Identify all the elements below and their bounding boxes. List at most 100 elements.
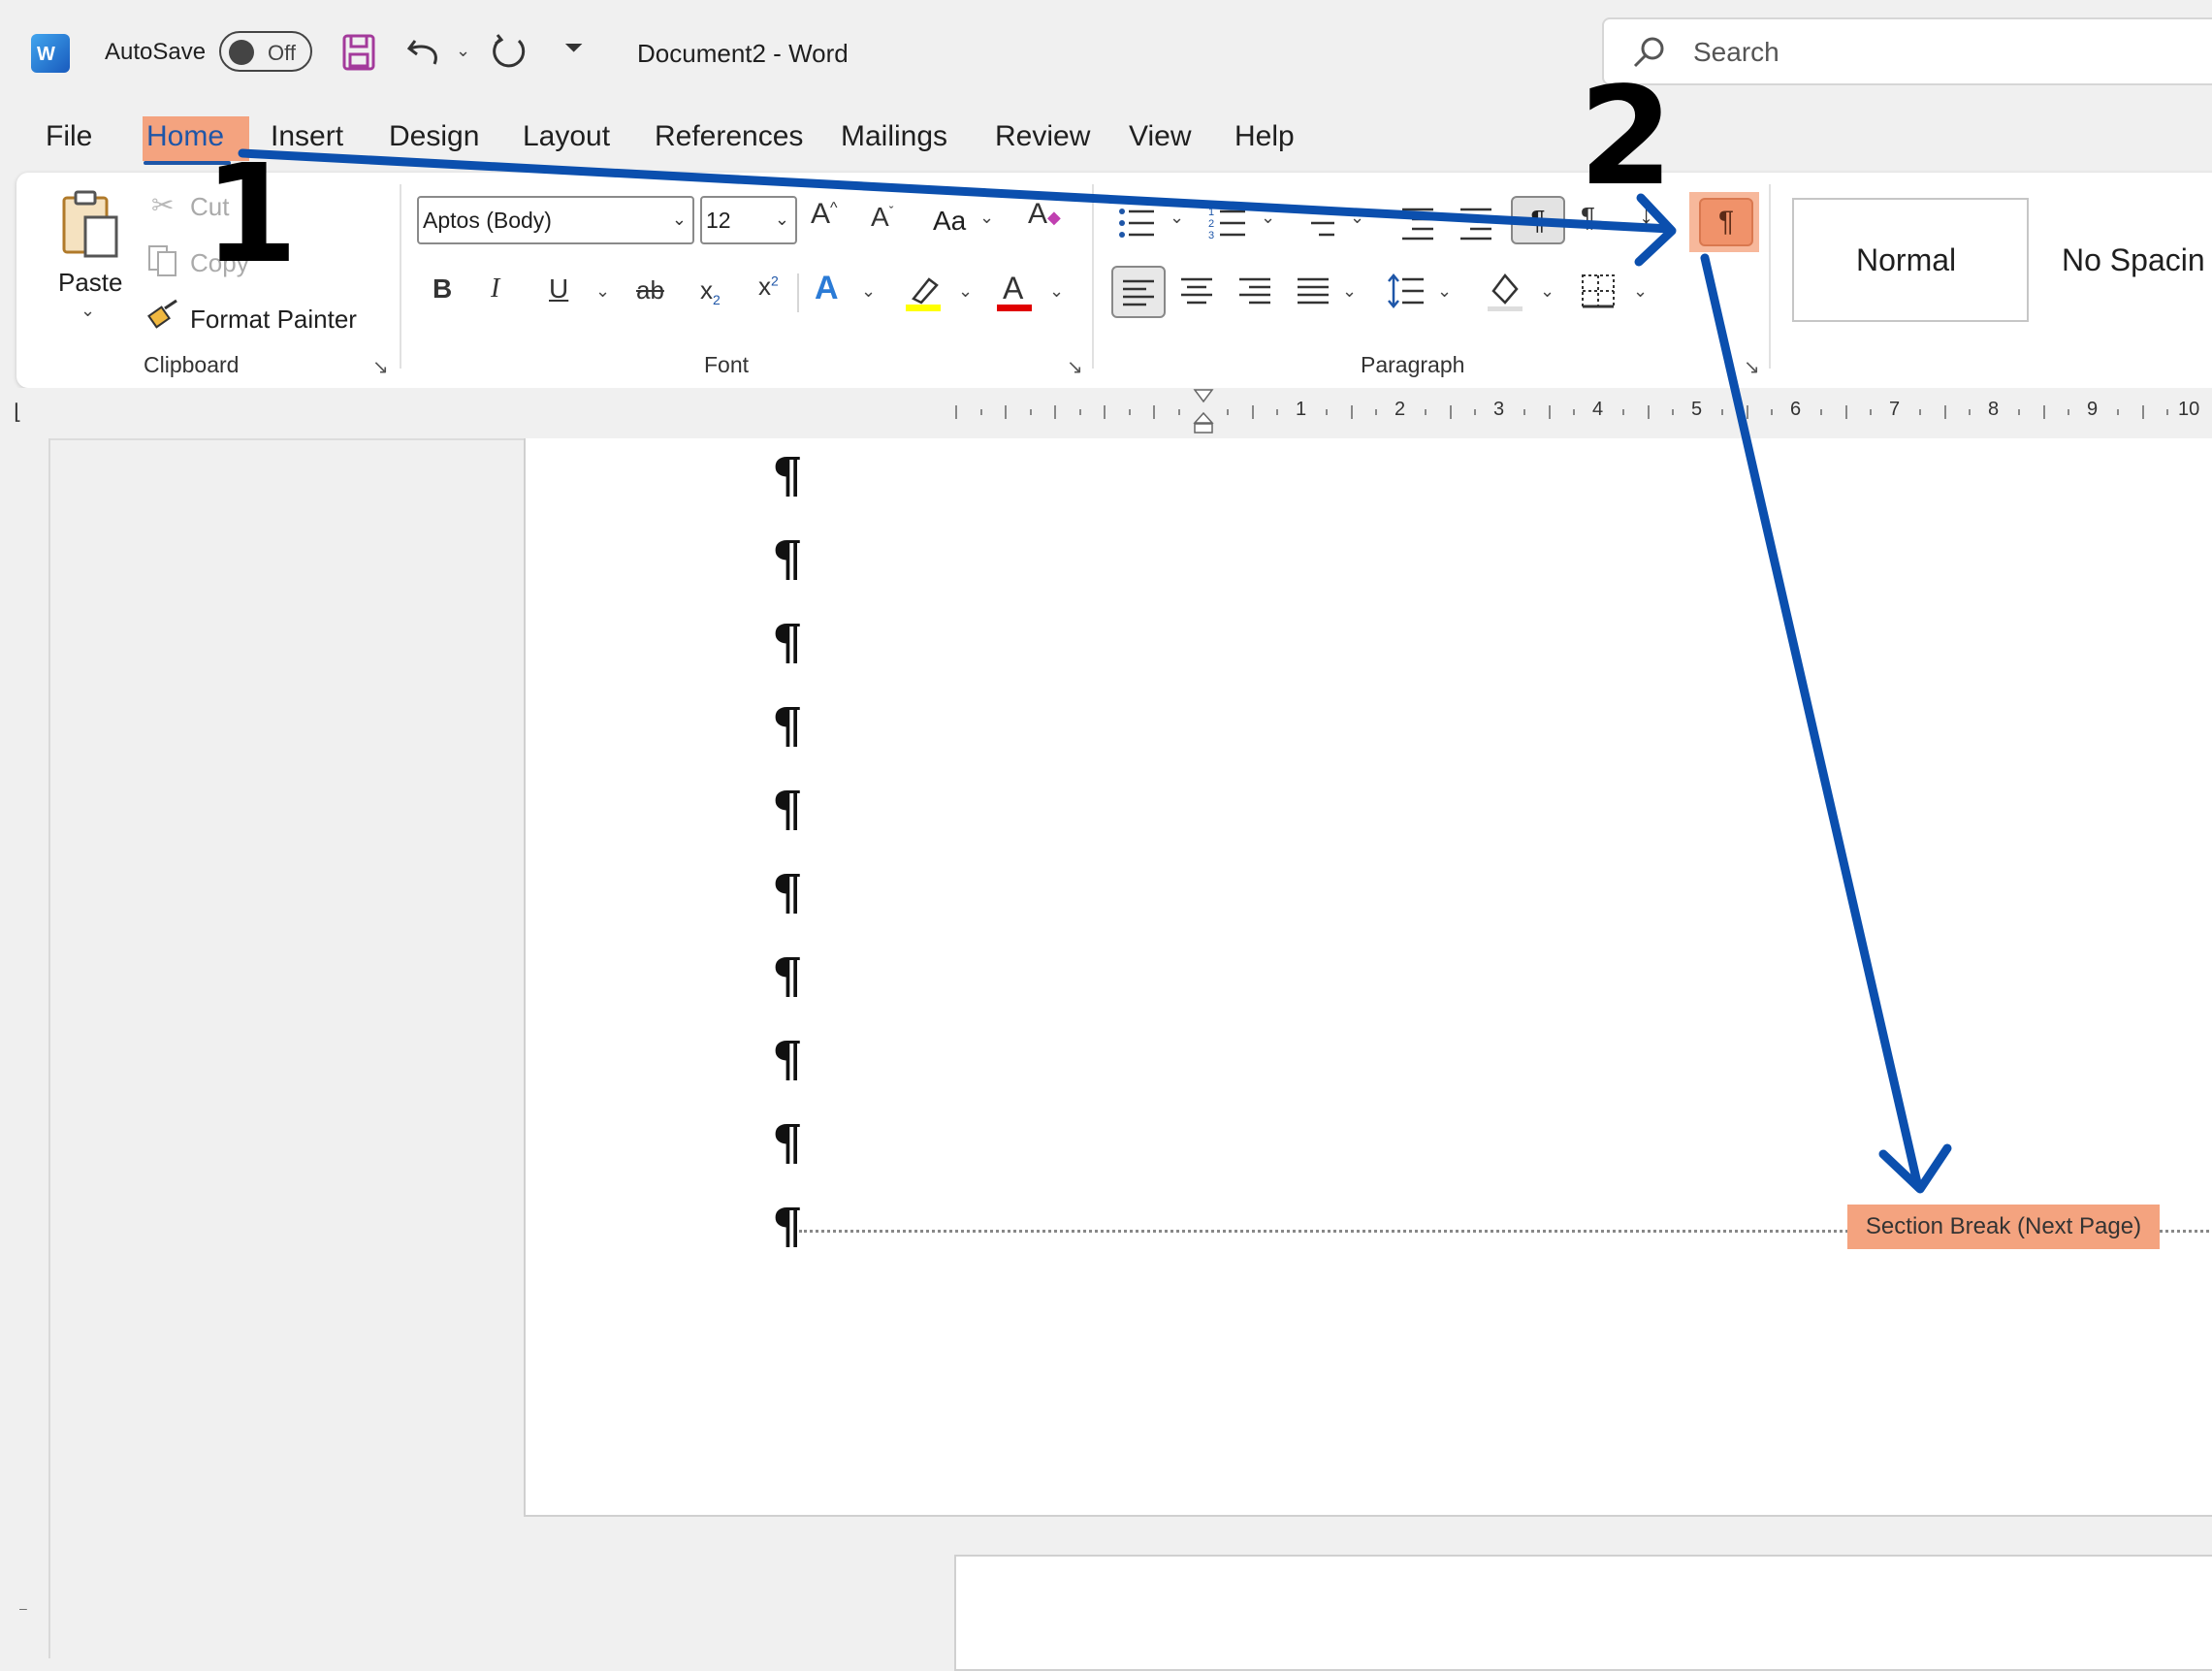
svg-text:3: 3: [1208, 230, 1214, 241]
numbering-icon[interactable]: 123: [1208, 204, 1247, 242]
menu-file[interactable]: File: [46, 120, 92, 153]
style-no-spacing-label: No Spacin: [2062, 242, 2205, 277]
vertical-ruler-mark: –: [19, 1600, 27, 1616]
font-size-select[interactable]: 12 ⌄: [700, 196, 797, 244]
font-group-label: Font: [704, 352, 750, 377]
multilevel-dropdown-icon[interactable]: ⌄: [1350, 208, 1364, 228]
cut-icon[interactable]: ✂: [151, 189, 174, 221]
font-launcher-icon[interactable]: ↘: [1067, 355, 1083, 379]
underline-dropdown-icon[interactable]: ⌄: [595, 281, 610, 302]
format-painter-icon[interactable]: [147, 299, 182, 334]
line-spacing-icon[interactable]: [1387, 272, 1426, 310]
style-normal-label: Normal: [1856, 242, 1957, 277]
font-family-select[interactable]: Aptos (Body) ⌄: [417, 196, 694, 244]
autosave-label: AutoSave: [105, 39, 207, 65]
paste-dropdown-icon[interactable]: ⌄: [80, 301, 95, 321]
search-box[interactable]: Search: [1602, 17, 2212, 85]
numbering-dropdown-icon[interactable]: ⌄: [1261, 208, 1275, 228]
show-hide-formatting-button[interactable]: ¶: [1699, 198, 1753, 246]
text-effects-dropdown-icon[interactable]: ⌄: [861, 281, 876, 302]
shading-dropdown-icon[interactable]: ⌄: [1540, 281, 1555, 302]
multilevel-list-icon[interactable]: [1299, 204, 1338, 242]
format-painter-button[interactable]: Format Painter: [190, 305, 357, 335]
paragraph-mark: ¶: [772, 530, 803, 587]
line-spacing-dropdown-icon[interactable]: ⌄: [1437, 281, 1452, 302]
ruler-mark: 4: [1592, 399, 1604, 420]
style-no-spacing[interactable]: No Spacin: [2031, 198, 2212, 322]
redo-icon[interactable]: [490, 31, 530, 72]
menu-references[interactable]: References: [655, 120, 803, 153]
step-2-label: 2: [1579, 58, 1674, 216]
shading-icon[interactable]: [1486, 270, 1524, 312]
undo-icon[interactable]: [405, 33, 444, 72]
bold-icon[interactable]: B: [433, 273, 452, 305]
align-center-icon[interactable]: [1177, 272, 1216, 310]
paragraph-mark: ¶: [772, 613, 803, 670]
search-placeholder: Search: [1693, 37, 1779, 67]
svg-text:1: 1: [1208, 207, 1214, 218]
clear-formatting-icon[interactable]: A◆: [1028, 198, 1061, 231]
highlight-icon[interactable]: [904, 272, 943, 312]
menu-mailings[interactable]: Mailings: [841, 120, 947, 153]
justify-icon[interactable]: [1294, 272, 1332, 310]
underline-icon[interactable]: U: [549, 273, 568, 305]
borders-icon[interactable]: [1579, 272, 1618, 310]
clipboard-launcher-icon[interactable]: ↘: [372, 355, 389, 379]
ruler-mark: 5: [1691, 399, 1703, 420]
paragraph-mark: ¶: [772, 1030, 803, 1087]
ruler-mark: 7: [1889, 399, 1901, 420]
bullets-icon[interactable]: [1117, 204, 1156, 242]
save-icon[interactable]: [341, 33, 376, 72]
align-right-icon[interactable]: [1235, 272, 1274, 310]
highlight-dropdown-icon[interactable]: ⌄: [958, 281, 973, 302]
shrink-font-icon[interactable]: Aˇ: [871, 202, 893, 233]
font-family-value: Aptos (Body): [423, 208, 552, 233]
paragraph-mark: ¶: [772, 863, 803, 920]
undo-dropdown-icon[interactable]: ⌄: [456, 41, 470, 61]
ribbon-separator: [1092, 184, 1094, 369]
autosave-toggle[interactable]: Off: [219, 31, 312, 72]
ribbon-separator: [400, 184, 401, 369]
grow-font-icon[interactable]: A^: [811, 198, 838, 231]
superscript-icon[interactable]: x2: [758, 272, 779, 302]
copy-icon[interactable]: [147, 244, 180, 277]
paragraph-launcher-icon[interactable]: ↘: [1744, 355, 1760, 379]
justify-dropdown-icon[interactable]: ⌄: [1342, 281, 1357, 302]
tab-selector-icon[interactable]: ⌊: [14, 400, 22, 425]
paragraph-group-label: Paragraph: [1361, 352, 1465, 377]
menu-layout[interactable]: Layout: [523, 120, 610, 153]
ruler-mark: 9: [2087, 399, 2099, 420]
paste-button[interactable]: Paste: [58, 268, 123, 298]
svg-text:A: A: [1003, 271, 1024, 305]
italic-icon[interactable]: I: [491, 273, 499, 305]
change-case-dropdown-icon[interactable]: ⌄: [979, 208, 994, 228]
align-left-button[interactable]: [1111, 266, 1166, 318]
font-color-icon[interactable]: A: [995, 270, 1034, 312]
ltr-direction-icon[interactable]: ¶: [1511, 196, 1565, 244]
font-color-dropdown-icon[interactable]: ⌄: [1049, 281, 1064, 302]
document-title: Document2 - Word: [637, 39, 849, 68]
subscript-icon[interactable]: x2: [700, 275, 721, 307]
strikethrough-icon[interactable]: ab: [636, 275, 664, 305]
increase-indent-icon[interactable]: [1457, 204, 1495, 242]
ruler-mark: 10: [2178, 399, 2200, 420]
menu-review[interactable]: Review: [995, 120, 1090, 153]
style-normal[interactable]: Normal: [1792, 198, 2029, 322]
section-break-label: Section Break (Next Page): [1847, 1205, 2160, 1249]
change-case-button[interactable]: Aa: [933, 206, 966, 237]
bullets-dropdown-icon[interactable]: ⌄: [1170, 208, 1184, 228]
step-1-label: 1: [204, 136, 299, 294]
paragraph-mark: ¶: [772, 947, 803, 1004]
autosave-state: Off: [268, 41, 296, 65]
menu-help[interactable]: Help: [1234, 120, 1295, 153]
borders-dropdown-icon[interactable]: ⌄: [1633, 281, 1648, 302]
next-document-page[interactable]: [954, 1555, 2212, 1671]
menu-view[interactable]: View: [1129, 120, 1191, 153]
indent-marker[interactable]: [1193, 388, 1214, 434]
menu-design[interactable]: Design: [389, 120, 479, 153]
decrease-indent-icon[interactable]: [1398, 204, 1437, 242]
font-separator: [797, 273, 799, 312]
paste-icon[interactable]: [58, 188, 128, 266]
customize-qat-icon[interactable]: ⏷: [564, 35, 583, 62]
text-effects-icon[interactable]: A: [815, 270, 839, 307]
